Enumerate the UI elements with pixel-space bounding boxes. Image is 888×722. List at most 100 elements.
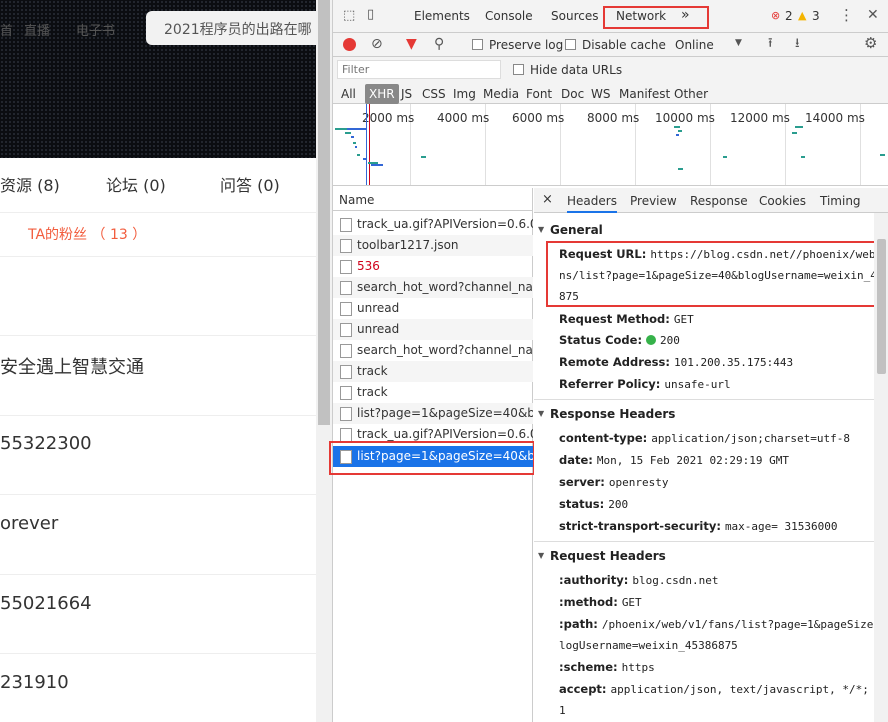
request-row[interactable]: track	[333, 361, 533, 382]
header-row: status: 200	[559, 497, 629, 511]
filter-input[interactable]	[337, 60, 501, 79]
request-row[interactable]: track_ua.gif?APIVersion=0.6.0...	[333, 214, 533, 235]
profile-tabs: 资源 (8) 论坛 (0) 问答 (0)	[0, 172, 316, 196]
export-har-icon[interactable]: ⭳	[795, 37, 800, 50]
filter-doc[interactable]: Doc	[561, 87, 584, 101]
request-url-highlight	[546, 241, 877, 307]
timeline-label: 12000 ms	[730, 111, 790, 125]
filter-manifest[interactable]: Manifest	[619, 87, 670, 101]
network-toolbar: ⊘ ▼ ⚲ Preserve log Disable cache Online …	[333, 33, 888, 57]
more-options-icon[interactable]: ⋮	[839, 8, 854, 23]
tab-resources[interactable]: 资源 (8)	[0, 172, 60, 196]
tab-console[interactable]: Console	[485, 9, 533, 23]
network-overview-timeline[interactable]: 2000 ms 4000 ms 6000 ms 8000 ms 10000 ms…	[333, 104, 888, 186]
warning-count[interactable]: 3	[812, 9, 820, 23]
request-row[interactable]: unread	[333, 319, 533, 340]
header-row: :path:/phoenix/web/v1/fans/list?page=1&p…	[559, 617, 874, 631]
device-toolbar-icon[interactable]: ▯	[367, 8, 374, 21]
web-page: 首 直播 电子书 2021程序员的出路在哪 资源 (8) 论坛 (0) 问答 (…	[0, 0, 316, 722]
error-icon[interactable]: ⊗	[771, 10, 780, 21]
timeline-label: 4000 ms	[437, 111, 490, 125]
scrollbar-thumb[interactable]	[877, 239, 886, 374]
remote-address-row: Remote Address: 101.200.35.175:443	[559, 355, 794, 369]
filter-img[interactable]: Img	[453, 87, 476, 101]
screenshot-root: 首 直播 电子书 2021程序员的出路在哪 资源 (8) 论坛 (0) 问答 (…	[0, 0, 888, 722]
request-row[interactable]: 536	[333, 256, 533, 277]
request-row[interactable]: list?page=1&pageSize=40&bl...	[333, 403, 533, 424]
fans-link[interactable]: TA的粉丝 （ 13 ）	[28, 224, 146, 244]
response-headers-section-header[interactable]: Response Headers	[534, 407, 874, 421]
filter-bar: Hide data URLs	[333, 57, 888, 82]
filter-media[interactable]: Media	[483, 87, 519, 101]
divider	[0, 574, 316, 575]
filter-xhr[interactable]: XHR	[365, 84, 399, 104]
tab-timing[interactable]: Timing	[820, 194, 861, 208]
preserve-log-checkbox[interactable]: Preserve log	[472, 38, 563, 52]
tab-qa[interactable]: 问答 (0)	[220, 172, 280, 196]
list-item[interactable]: 55322300	[0, 433, 92, 454]
filter-ws[interactable]: WS	[591, 87, 610, 101]
clear-icon[interactable]: ⊘	[371, 37, 383, 51]
request-row[interactable]: track	[333, 382, 533, 403]
name-column-header[interactable]: Name	[333, 188, 533, 211]
close-details-icon[interactable]: ×	[542, 192, 553, 207]
referrer-policy-row: Referrer Policy: unsafe-url	[559, 377, 731, 391]
scrollbar-thumb[interactable]	[318, 0, 330, 425]
filter-icon[interactable]: ▼	[406, 37, 417, 51]
filter-css[interactable]: CSS	[422, 87, 446, 101]
filter-js[interactable]: JS	[401, 87, 412, 101]
error-count[interactable]: 2	[785, 9, 793, 23]
tab-headers[interactable]: Headers	[567, 188, 617, 213]
tab-elements[interactable]: Elements	[414, 9, 470, 23]
header-row: :scheme: https	[559, 660, 655, 674]
header-row: :method: GET	[559, 595, 642, 609]
request-method-row: Request Method: GET	[559, 312, 694, 326]
request-headers-section-header[interactable]: Request Headers	[534, 549, 874, 563]
header-row: server: openresty	[559, 475, 669, 489]
list-item[interactable]: orever	[0, 513, 58, 534]
details-scrollbar[interactable]	[874, 213, 888, 722]
request-details: × Headers Preview Response Cookies Timin…	[534, 188, 888, 722]
gear-icon[interactable]: ⚙	[864, 36, 877, 51]
request-list: Name track_ua.gif?APIVersion=0.6.0... to…	[329, 188, 535, 722]
filter-all[interactable]: All	[341, 87, 356, 101]
page-scrollbar[interactable]	[316, 0, 332, 722]
header-row: :authority: blog.csdn.net	[559, 573, 719, 587]
nav-item[interactable]: 首	[0, 20, 13, 39]
request-row[interactable]: search_hot_word?channel_na...	[333, 340, 533, 361]
page-header-banner: 首 直播 电子书 2021程序员的出路在哪	[0, 0, 316, 158]
tab-forum[interactable]: 论坛 (0)	[106, 172, 166, 196]
list-item[interactable]: 231910	[0, 672, 69, 693]
general-section-header[interactable]: General	[534, 223, 874, 237]
import-har-icon[interactable]: ⭱	[768, 37, 773, 50]
close-icon[interactable]: ✕	[867, 8, 879, 22]
search-input[interactable]: 2021程序员的出路在哪	[146, 11, 316, 45]
devtools-panel: ⬚ ▯ Elements Console Sources Network » ⊗…	[329, 0, 888, 722]
request-row[interactable]: toolbar1217.json	[333, 235, 533, 256]
request-row[interactable]: unread	[333, 298, 533, 319]
header-row: content-type: application/json;charset=ut…	[559, 431, 850, 445]
chevron-down-icon[interactable]: ▼	[735, 39, 742, 48]
tab-cookies[interactable]: Cookies	[759, 194, 806, 208]
timeline-label: 8000 ms	[587, 111, 640, 125]
details-tabs: × Headers Preview Response Cookies Timin…	[534, 188, 888, 213]
divider	[0, 335, 316, 336]
inspect-element-icon[interactable]: ⬚	[343, 9, 355, 22]
status-code-row: Status Code: 200	[559, 333, 680, 347]
filter-other[interactable]: Other	[674, 87, 708, 101]
request-row[interactable]: search_hot_word?channel_na...	[333, 277, 533, 298]
tab-sources[interactable]: Sources	[551, 9, 598, 23]
warning-icon[interactable]: ▲	[798, 10, 806, 21]
disable-cache-checkbox[interactable]: Disable cache	[565, 38, 666, 52]
tab-response[interactable]: Response	[690, 194, 748, 208]
throttle-select[interactable]: Online	[675, 38, 714, 52]
search-icon[interactable]: ⚲	[434, 37, 444, 51]
record-icon[interactable]	[343, 38, 356, 51]
nav-item[interactable]: 电子书	[76, 20, 115, 39]
list-item[interactable]: 55021664	[0, 593, 92, 614]
tab-preview[interactable]: Preview	[630, 194, 677, 208]
filter-font[interactable]: Font	[526, 87, 552, 101]
list-item[interactable]: 安全遇上智慧交通	[0, 353, 144, 379]
hide-data-urls-checkbox[interactable]: Hide data URLs	[513, 63, 622, 77]
nav-item[interactable]: 直播	[24, 20, 50, 39]
